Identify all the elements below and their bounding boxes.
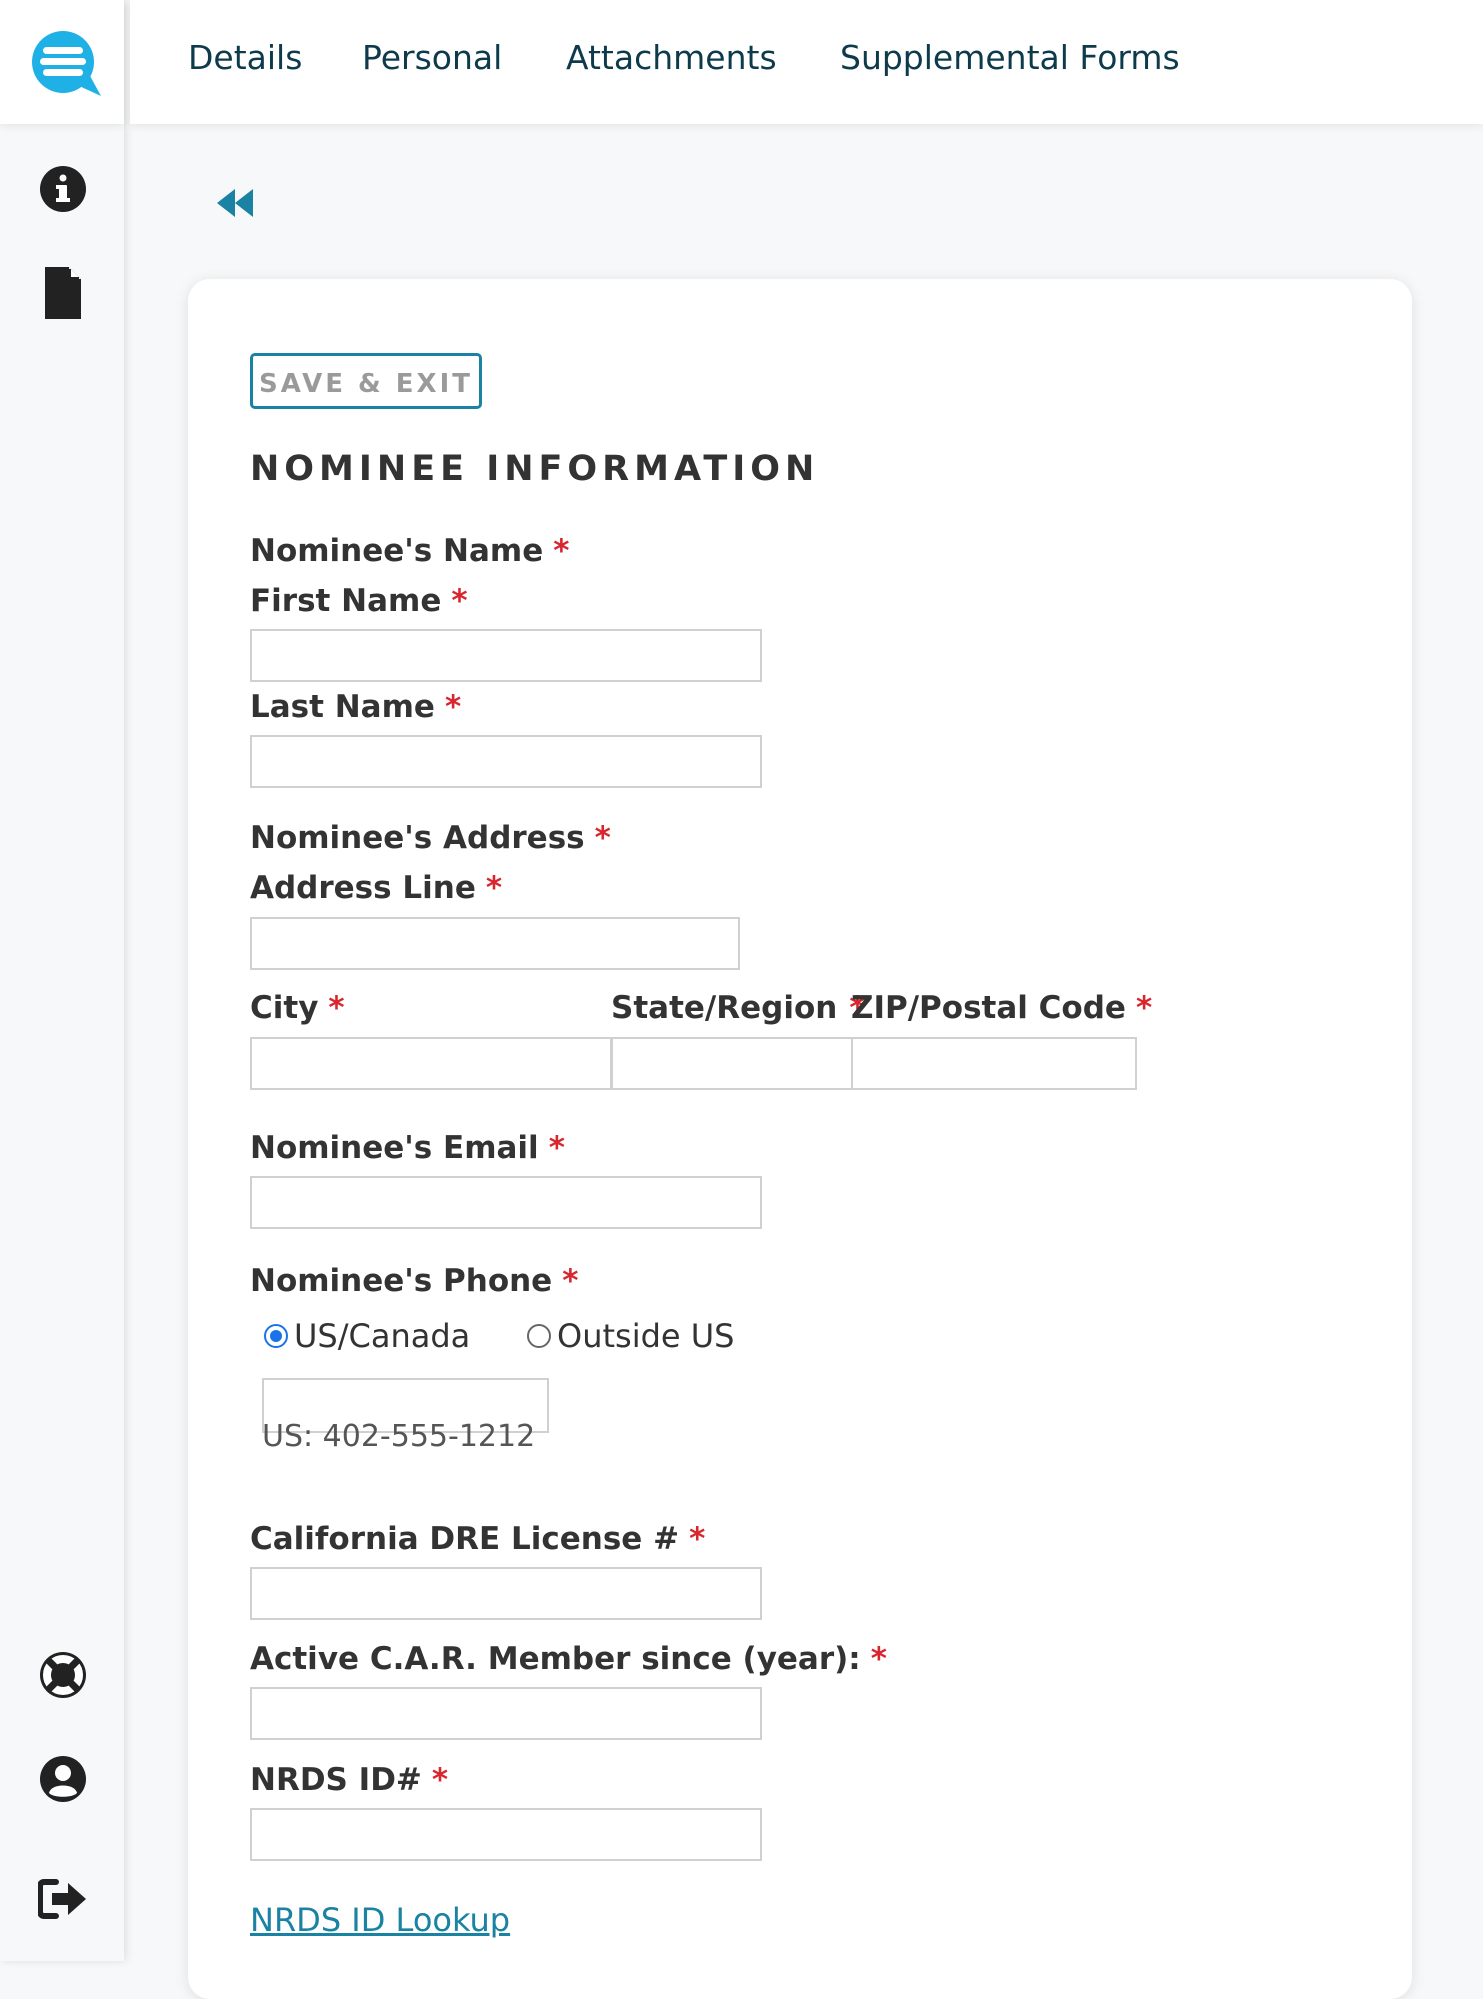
tab-details[interactable]: Details <box>188 38 302 77</box>
nrds-id-lookup-link[interactable]: NRDS ID Lookup <box>250 1901 510 1939</box>
first-name-label: First Name * <box>250 583 468 619</box>
email-label: Nominee's Email * <box>250 1130 565 1166</box>
phone-option-outside-us[interactable]: Outside US <box>527 1317 734 1355</box>
zip-label: ZIP/Postal Code * <box>851 990 1153 1026</box>
required-mark: * <box>870 1641 887 1677</box>
required-mark: * <box>444 689 462 725</box>
required-mark: * <box>431 1762 449 1798</box>
required-mark: * <box>451 583 468 619</box>
first-name-field[interactable] <box>250 629 762 682</box>
required-mark: * <box>485 870 503 906</box>
required-mark: * <box>594 820 611 856</box>
nominee-address-label: Nominee's Address * <box>250 820 611 856</box>
car-member-year-field[interactable] <box>250 1687 762 1740</box>
required-mark: * <box>689 1521 706 1557</box>
state-field[interactable] <box>611 1037 853 1090</box>
nrds-id-label: NRDS ID# * <box>250 1762 449 1798</box>
radio-unselected-icon[interactable] <box>527 1324 551 1348</box>
user-icon[interactable] <box>38 1754 88 1804</box>
form-card: SAVE & EXIT NOMINEE INFORMATION Nominee'… <box>188 279 1412 1999</box>
nominee-name-label: Nominee's Name * <box>250 533 570 569</box>
required-mark: * <box>328 990 345 1026</box>
lifebuoy-icon[interactable] <box>38 1650 88 1700</box>
phone-format-hint: US: 402-555-1212 <box>262 1419 536 1454</box>
city-label: City * <box>250 990 345 1026</box>
address-line-label: Address Line * <box>250 870 503 906</box>
email-field[interactable] <box>250 1176 762 1229</box>
dre-license-field[interactable] <box>250 1567 762 1620</box>
nrds-id-field[interactable] <box>250 1808 762 1861</box>
tab-personal[interactable]: Personal <box>362 38 502 77</box>
document-icon[interactable] <box>38 267 88 319</box>
tab-supplemental-forms[interactable]: Supplemental Forms <box>840 38 1180 77</box>
logo-container[interactable] <box>0 0 124 124</box>
section-title: NOMINEE INFORMATION <box>250 449 820 489</box>
sidebar <box>0 0 124 1961</box>
required-mark: * <box>562 1263 579 1299</box>
dre-license-label: California DRE License # * <box>250 1521 706 1557</box>
state-label: State/Region * <box>611 990 866 1026</box>
top-nav: Details Personal Attachments Supplementa… <box>130 0 1483 124</box>
save-exit-button[interactable]: SAVE & EXIT <box>250 353 482 409</box>
radio-selected-icon[interactable] <box>264 1324 288 1348</box>
last-name-label: Last Name * <box>250 689 462 725</box>
car-member-label: Active C.A.R. Member since (year): * <box>250 1641 887 1677</box>
phone-option-us-canada[interactable]: US/Canada <box>264 1317 470 1355</box>
sign-out-icon[interactable] <box>38 1874 88 1924</box>
required-mark: * <box>548 1130 565 1166</box>
chat-logo-icon <box>32 31 101 96</box>
last-name-field[interactable] <box>250 735 762 788</box>
phone-option-us-label: US/Canada <box>294 1317 471 1355</box>
required-mark: * <box>553 533 570 569</box>
city-field[interactable] <box>250 1037 612 1090</box>
required-mark: * <box>1135 990 1153 1026</box>
tab-attachments[interactable]: Attachments <box>566 38 777 77</box>
phone-option-outside-label: Outside US <box>557 1317 735 1355</box>
address-line-field[interactable] <box>250 917 740 970</box>
zip-field[interactable] <box>851 1037 1137 1090</box>
double-chevron-left-icon <box>217 189 253 217</box>
info-icon[interactable] <box>38 164 88 214</box>
phone-label: Nominee's Phone * <box>250 1263 579 1299</box>
back-button[interactable] <box>215 185 265 225</box>
